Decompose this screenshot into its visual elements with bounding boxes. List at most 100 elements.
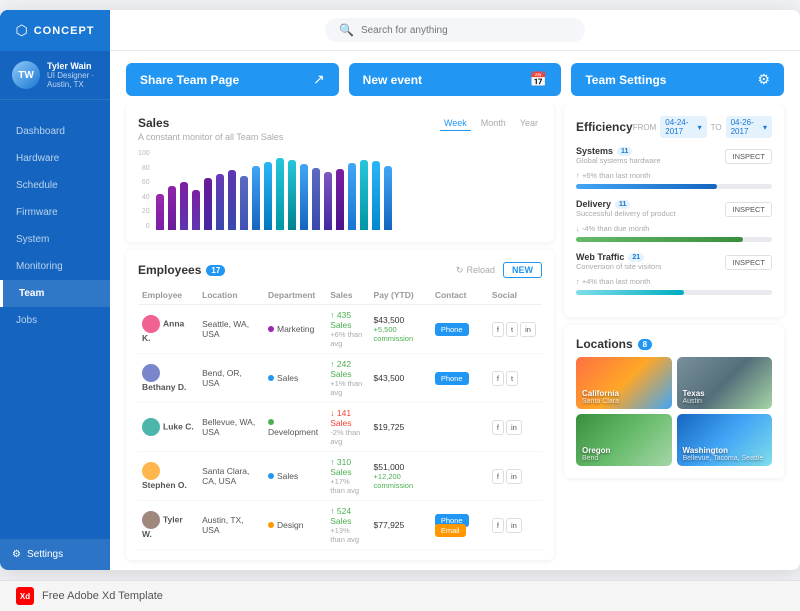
employees-badge: 17 [206,265,225,276]
emp-sales-cell: ↓ 141 Sales-2% than avg [326,403,369,452]
social-f-button[interactable]: f [492,518,504,533]
emp-social-cell: ft [488,354,542,403]
tab-week[interactable]: Week [440,116,471,131]
chart-y-label: 80 [138,165,150,172]
employees-table-head: EmployeeLocationDepartmentSalesPay (YTD)… [138,286,542,305]
social-in-button[interactable]: in [506,469,522,484]
left-panel: Sales A constant monitor of all Team Sal… [126,104,554,560]
sidebar-item-team[interactable]: Team [0,280,110,307]
col-employee: Employee [138,286,198,305]
dept-dot [268,473,274,479]
new-employee-button[interactable]: NEW [503,262,542,278]
sidebar-item-system[interactable]: System [0,226,110,253]
inspect-button[interactable]: INSPECT [725,149,772,164]
action-card-title: Team Settings [585,73,666,87]
dept-dot [268,419,274,425]
col-sales: Sales [326,286,369,305]
social-t-button[interactable]: t [506,322,518,337]
location-thumb-washington[interactable]: Washington Bellevue, Tacoma, Seattle [677,414,773,466]
inspect-button[interactable]: INSPECT [725,202,772,217]
emp-contact-cell: Phone [431,354,488,403]
search-bar[interactable]: 🔍 [325,18,585,42]
chart-bar-5 [216,174,224,230]
dept-dot [268,375,274,381]
location-thumb-texas[interactable]: Texas Austin [677,357,773,409]
progress-bar-fill [576,290,684,295]
sidebar-item-schedule[interactable]: Schedule [0,172,110,199]
emp-sales-cell: ↑ 435 Sales+6% than avg [326,305,369,354]
sidebar-nav: DashboardHardwareScheduleFirmwareSystemM… [0,100,110,539]
sidebar-item-dashboard[interactable]: Dashboard [0,118,110,145]
employees-table: EmployeeLocationDepartmentSalesPay (YTD)… [138,286,542,550]
efficiency-header: Efficiency FROM 04-24-2017 ▾ TO 04-26-20… [576,116,772,138]
eff-badge: 11 [617,147,632,156]
emp-name-cell: Tyler W. [138,501,198,550]
social-in-button[interactable]: in [520,322,536,337]
social-t-button[interactable]: t [506,371,518,386]
email-button[interactable]: Email [435,524,466,537]
chart-bar-16 [348,163,356,230]
location-thumb-oregon[interactable]: Oregon Bend [576,414,672,466]
social-in-button[interactable]: in [506,420,522,435]
efficiency-title: Efficiency [576,120,633,134]
emp-dept-cell: Sales [264,354,326,403]
reload-button[interactable]: ↻ Reload [456,265,495,276]
table-row: Tyler W.Austin, TX, USADesign↑ 524 Sales… [138,501,542,550]
date-from-chip[interactable]: 04-24-2017 ▾ [660,116,706,138]
social-f-button[interactable]: f [492,371,504,386]
action-card-new-event[interactable]: New event📅 [349,63,562,96]
table-row: Anna K.Seattle, WA, USAMarketing↑ 435 Sa… [138,305,542,354]
employees-title: Employees 17 [138,263,225,277]
sidebar-item-hardware[interactable]: Hardware [0,145,110,172]
eff-badge: 11 [615,200,630,209]
sidebar-user-role: UI Designer · Austin, TX [47,71,98,89]
social-f-button[interactable]: f [492,469,504,484]
efficiency-row-2: Web Traffic 21 Conversion of site visito… [576,252,772,295]
eff-change: ↓ -4% than due month [576,224,772,233]
social-f-button[interactable]: f [492,322,504,337]
emp-name: Bethany D. [142,382,186,392]
sidebar-item-firmware[interactable]: Firmware [0,199,110,226]
employees-table-body: Anna K.Seattle, WA, USAMarketing↑ 435 Sa… [138,305,542,550]
location-label: California Santa Clara [582,389,619,405]
search-input[interactable] [361,25,521,36]
action-card-share-team-page[interactable]: Share Team Page↗ [126,63,339,96]
sidebar-item-jobs[interactable]: Jobs [0,307,110,334]
phone-button[interactable]: Phone [435,372,469,385]
location-label: Texas Austin [683,389,705,405]
chart-bar-17 [360,160,368,230]
social-f-button[interactable]: f [492,420,504,435]
action-card-team-settings[interactable]: Team Settings⚙ [571,63,784,96]
emp-dept-cell: Sales [264,452,326,501]
emp-location-cell: Seattle, WA, USA [198,305,264,354]
action-card-icon: 📅 [530,71,547,88]
bottom-text: Free Adobe Xd Template [42,590,163,602]
chart-y-label: 20 [138,208,150,215]
emp-location-cell: Santa Clara, CA, USA [198,452,264,501]
dept-dot [268,522,274,528]
locations-badge: 8 [638,339,652,350]
eff-change: ↑ +4% than last month [576,277,772,286]
date-to-chip[interactable]: 04-26-2017 ▾ [726,116,772,138]
sidebar-item-monitoring[interactable]: Monitoring [0,253,110,280]
emp-name-cell: Anna K. [138,305,198,354]
tab-month[interactable]: Month [477,116,510,131]
sidebar: ⬡ CONCEPT TW Tyler Wain UI Designer · Au… [0,10,110,570]
sidebar-user-name: Tyler Wain [47,61,98,71]
phone-button[interactable]: Phone [435,323,469,336]
emp-name-cell: Luke C. [138,403,198,452]
inspect-button[interactable]: INSPECT [725,255,772,270]
col-pay-(ytd): Pay (YTD) [370,286,431,305]
efficiency-row-0: Systems 11 Global systems hardware INSPE… [576,146,772,189]
tab-year[interactable]: Year [516,116,542,131]
settings-icon: ⚙ [12,549,21,560]
sidebar-settings-button[interactable]: ⚙ Settings [0,539,110,570]
emp-sales-cell: ↑ 242 Sales+1% than avg [326,354,369,403]
emp-sales-cell: ↑ 310 Sales+17% than avg [326,452,369,501]
location-thumb-california[interactable]: California Santa Clara [576,357,672,409]
social-in-button[interactable]: in [506,518,522,533]
chart-bar-13 [312,168,320,230]
table-row: Bethany D.Bend, OR, USASales↑ 242 Sales+… [138,354,542,403]
chart-y-label: 100 [138,150,150,157]
eff-row-header: Web Traffic 21 Conversion of site visito… [576,252,772,273]
